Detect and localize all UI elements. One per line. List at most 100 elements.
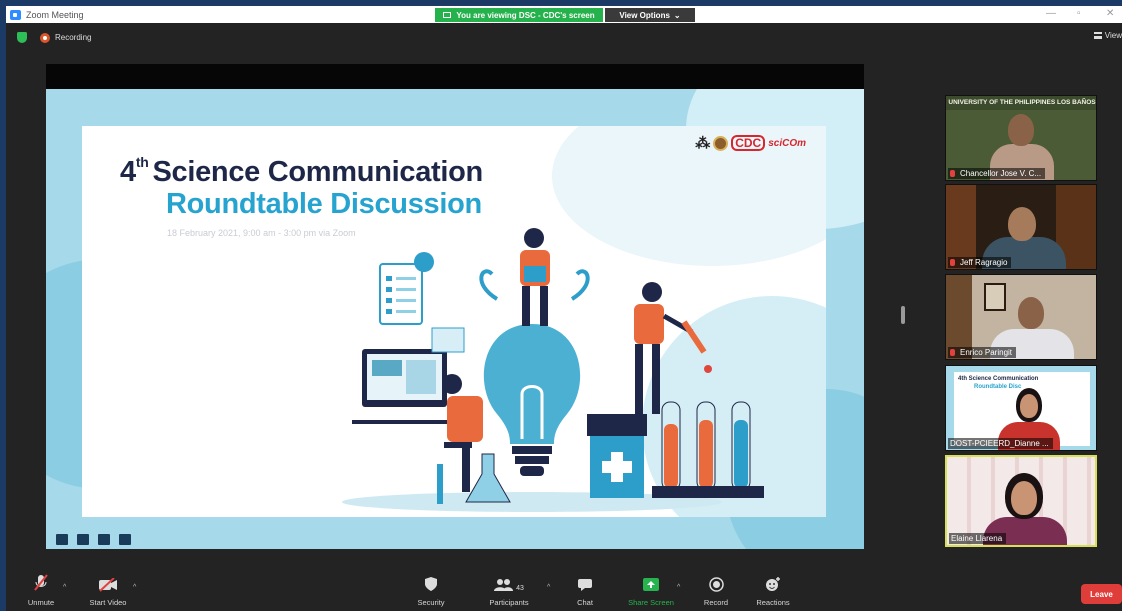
clipboard-icon <box>379 252 434 325</box>
sponsor-logos: ⁂ CDC sciCOm <box>695 134 806 152</box>
record-icon <box>708 577 724 592</box>
slide-control-toolbar <box>56 534 131 545</box>
participant-head <box>1008 114 1034 146</box>
slide-title-line1: 4th Science Communication <box>120 154 483 189</box>
science-illustration <box>342 228 764 512</box>
participant-name-label: DOST-PCIEERD_Dianne ... <box>948 438 1053 449</box>
muted-mic-icon <box>950 170 955 177</box>
minimize-button[interactable]: — <box>1046 8 1056 19</box>
collapse-panel-handle[interactable] <box>901 306 905 324</box>
meeting-top-bar: Recording View <box>6 23 1122 51</box>
participant-head <box>1020 394 1038 418</box>
participant-name-label: Jeff Ragragio <box>948 257 1012 268</box>
participants-label: Participants <box>489 598 529 607</box>
slide-title-text: Science Communication <box>152 156 483 188</box>
security-label: Security <box>417 598 445 607</box>
security-button[interactable]: Security <box>396 572 466 607</box>
slide-date-line: 18 February 2021, 9:00 am - 3:00 pm via … <box>167 228 356 238</box>
smiley-icon <box>766 577 780 591</box>
security-shield-icon <box>425 577 437 591</box>
view-menu-label: View <box>1104 31 1122 40</box>
unmute-label: Unmute <box>27 598 55 607</box>
leave-button[interactable]: Leave <box>1081 584 1122 604</box>
participant-name: Jeff Ragragio <box>960 258 1008 267</box>
shared-slide: ⁂ CDC sciCOm 4th Science Communication Ro… <box>46 89 864 549</box>
viewing-screen-banner: You are viewing DSC - CDC's screen <box>435 8 603 22</box>
audio-options-caret-icon[interactable]: ^ <box>63 584 66 591</box>
tile-banner: UNIVERSITY OF THE PHILIPPINES LOS BAÑOS <box>946 96 1096 110</box>
participants-icon <box>494 579 514 591</box>
slide-sorter-icon[interactable] <box>98 534 110 545</box>
video-options-caret-icon[interactable]: ^ <box>133 584 136 591</box>
muted-mic-icon <box>34 574 48 591</box>
participants-count: 43 <box>516 585 524 592</box>
viewing-banner-text: You are viewing DSC - CDC's screen <box>456 10 595 20</box>
tile-slide-subtitle: Roundtable Disc <box>974 384 1022 390</box>
zoom-window: Zoom Meeting You are viewing DSC - CDC's… <box>6 6 1122 611</box>
slide-title-number: 4 <box>120 156 136 188</box>
muted-mic-icon <box>950 259 955 266</box>
record-label: Record <box>703 598 729 607</box>
tile-slide-title: 4th Science Communication <box>958 376 1039 382</box>
gallery-view-icon <box>1093 32 1102 39</box>
maximize-button[interactable]: ▫ <box>1077 8 1081 19</box>
person-with-flask <box>634 282 712 414</box>
security-shield-icon[interactable] <box>17 32 27 43</box>
participant-name: Elaine Llarena <box>951 534 1003 543</box>
recording-label: Recording <box>55 33 92 42</box>
start-video-label: Start Video <box>89 598 127 607</box>
participant-video-tile[interactable]: 4th Science Communication Roundtable Dis… <box>945 365 1097 451</box>
chat-bubble-icon <box>578 579 592 591</box>
more-options-icon[interactable] <box>119 534 131 545</box>
participant-video-tile[interactable]: Enrico Paringit <box>945 274 1097 360</box>
participant-head <box>1008 207 1036 241</box>
participant-video-tile[interactable]: Jeff Ragragio <box>945 184 1097 270</box>
reactions-label: Reactions <box>756 598 790 607</box>
participant-video-tile-active-speaker[interactable]: Elaine Llarena <box>945 455 1097 547</box>
previous-slide-icon[interactable] <box>56 534 68 545</box>
slide-title-superscript: th <box>135 154 149 170</box>
share-screen-icon <box>643 578 659 591</box>
reactions-button[interactable]: Reactions <box>738 572 808 607</box>
participant-name-label: Enrico Paringit <box>948 347 1017 358</box>
participant-head <box>1018 297 1044 329</box>
share-screen-label: Share Screen <box>628 598 674 607</box>
university-seal-icon <box>713 135 729 151</box>
scicom-logo: sciCOm <box>768 137 806 149</box>
window-title: Zoom Meeting <box>26 9 84 20</box>
close-button[interactable]: ✕ <box>1106 8 1114 19</box>
share-screen-button[interactable]: Share Screen <box>616 572 686 607</box>
tile-background-frame <box>984 283 1006 311</box>
video-off-icon <box>99 578 117 592</box>
participant-name: Chancellor Jose V. C... <box>960 169 1042 178</box>
lightbulb-icon <box>483 324 581 476</box>
recording-icon <box>40 33 50 43</box>
cdc-logo: CDC <box>731 135 766 151</box>
view-menu-button[interactable]: View <box>1093 31 1122 40</box>
pen-tool-icon[interactable] <box>77 534 89 545</box>
beaker-icon <box>465 453 511 503</box>
slide-title-line2: Roundtable Discussion <box>166 188 482 220</box>
slide-card: ⁂ CDC sciCOm 4th Science Communication Ro… <box>82 126 826 517</box>
share-options-caret-icon[interactable]: ^ <box>677 584 680 591</box>
participant-head <box>1011 481 1037 515</box>
agency-logo-icon: ⁂ <box>695 135 711 152</box>
participant-video-tile[interactable]: UNIVERSITY OF THE PHILIPPINES LOS BAÑOS … <box>945 95 1097 181</box>
chevron-down-icon: ⌄ <box>673 10 681 20</box>
title-bar: Zoom Meeting You are viewing DSC - CDC's… <box>6 6 1122 23</box>
meeting-controls-toolbar: Unmute ^ Start Video ^ Security 43 Parti… <box>6 572 1122 611</box>
participants-button[interactable]: 43 Participants <box>474 572 544 607</box>
screen-share-icon <box>443 12 452 18</box>
participant-name-label: Chancellor Jose V. C... <box>948 168 1046 179</box>
medical-box-icon <box>587 414 647 498</box>
chat-label: Chat <box>577 598 593 607</box>
muted-mic-icon <box>950 349 955 356</box>
test-tubes-icon <box>652 401 764 498</box>
view-options-label: View Options <box>619 10 670 20</box>
participant-name: DOST-PCIEERD_Dianne ... <box>950 439 1049 448</box>
chat-button[interactable]: Chat <box>550 572 620 607</box>
person-on-bulb <box>479 228 590 326</box>
zoom-logo-icon <box>10 9 21 20</box>
view-options-button[interactable]: View Options ⌄ <box>605 8 695 22</box>
participant-name: Enrico Paringit <box>960 348 1013 357</box>
